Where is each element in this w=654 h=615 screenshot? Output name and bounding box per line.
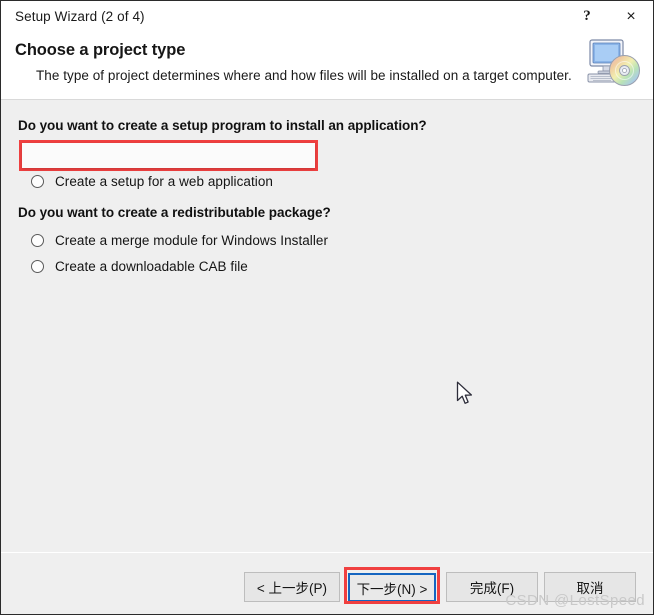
title-bar-buttons: ? × bbox=[565, 1, 653, 32]
computer-disc-icon bbox=[587, 39, 640, 86]
window-title: Setup Wizard (2 of 4) bbox=[15, 9, 145, 24]
radio-label: Create a downloadable CAB file bbox=[55, 258, 248, 274]
wizard-content: Do you want to create a setup program to… bbox=[1, 100, 653, 552]
question-heading-setup-program: Do you want to create a setup program to… bbox=[18, 118, 427, 133]
radio-indicator[interactable] bbox=[31, 148, 44, 162]
radio-label: Create a merge module for Windows Instal… bbox=[55, 232, 329, 248]
question-heading-redistributable-package: Do you want to create a redistributable … bbox=[18, 205, 331, 220]
close-icon[interactable]: × bbox=[609, 1, 653, 32]
title-bar: Setup Wizard (2 of 4) ? × bbox=[1, 1, 653, 32]
page-title: Choose a project type bbox=[15, 41, 186, 59]
wizard-header: Choose a project type The type of projec… bbox=[1, 32, 653, 100]
page-subtitle: The type of project determines where and… bbox=[36, 68, 572, 83]
setup-wizard-window: Setup Wizard (2 of 4) ? × Choose a proje… bbox=[0, 0, 654, 615]
radio-label: Create a setup for a Windows application bbox=[55, 147, 304, 163]
radio-option-web-application[interactable]: Create a setup for a web application bbox=[31, 171, 273, 191]
radio-option-cab-file[interactable]: Create a downloadable CAB file bbox=[31, 256, 248, 276]
next-button[interactable]: 下一步(N) > bbox=[348, 573, 436, 602]
cancel-button[interactable]: 取消 bbox=[544, 572, 636, 602]
help-icon[interactable]: ? bbox=[565, 1, 609, 32]
wizard-footer: < 上一步(P) 下一步(N) > 完成(F) 取消 bbox=[1, 552, 653, 614]
radio-label: Create a setup for a web application bbox=[55, 173, 273, 189]
radio-option-merge-module[interactable]: Create a merge module for Windows Instal… bbox=[31, 230, 328, 250]
finish-button[interactable]: 完成(F) bbox=[446, 572, 538, 602]
radio-indicator[interactable] bbox=[31, 259, 44, 273]
back-button[interactable]: < 上一步(P) bbox=[244, 572, 340, 602]
radio-option-windows-application[interactable]: Create a setup for a Windows application bbox=[31, 145, 303, 165]
radio-indicator[interactable] bbox=[31, 233, 44, 247]
radio-indicator[interactable] bbox=[31, 174, 44, 188]
